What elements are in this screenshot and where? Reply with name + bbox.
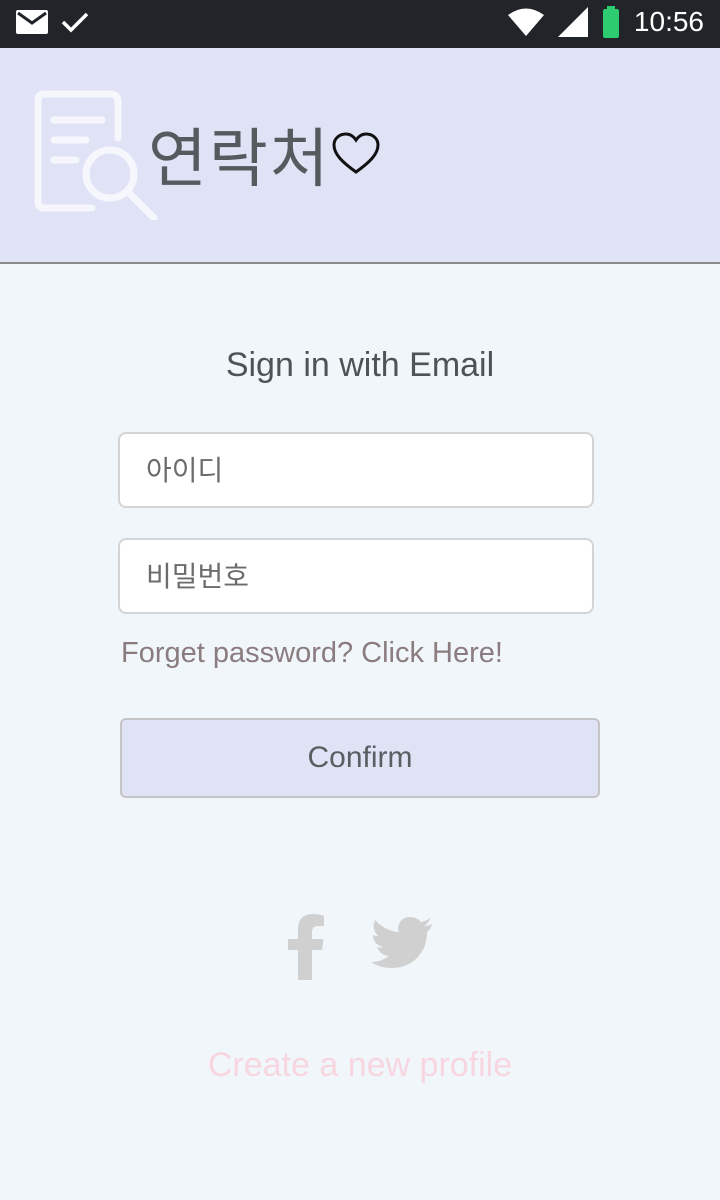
facebook-icon[interactable] xyxy=(288,914,324,980)
signal-icon xyxy=(557,7,588,37)
confirm-button[interactable]: Confirm xyxy=(120,718,600,798)
password-input[interactable] xyxy=(118,538,594,614)
signin-title: Sign in with Email xyxy=(225,346,495,384)
battery-icon xyxy=(602,6,619,38)
status-time: 10:56 xyxy=(633,6,704,37)
create-profile-link[interactable]: Create a new profile xyxy=(0,1046,720,1085)
app-title: 연락처 xyxy=(148,123,331,197)
forgot-password-link[interactable]: Forget password? Click Here! xyxy=(121,637,503,670)
heart-outline-icon xyxy=(332,132,380,174)
wifi-icon xyxy=(507,8,544,36)
twitter-icon[interactable] xyxy=(370,914,434,974)
app-header: 연락처 xyxy=(0,48,720,264)
status-right-icons: 10:56 xyxy=(507,6,704,38)
check-icon xyxy=(61,12,89,33)
status-left-icons xyxy=(16,10,90,34)
document-search-icon xyxy=(34,90,158,220)
id-input[interactable] xyxy=(118,432,594,508)
mail-icon xyxy=(16,10,48,34)
status-bar: 10:56 xyxy=(0,0,720,48)
